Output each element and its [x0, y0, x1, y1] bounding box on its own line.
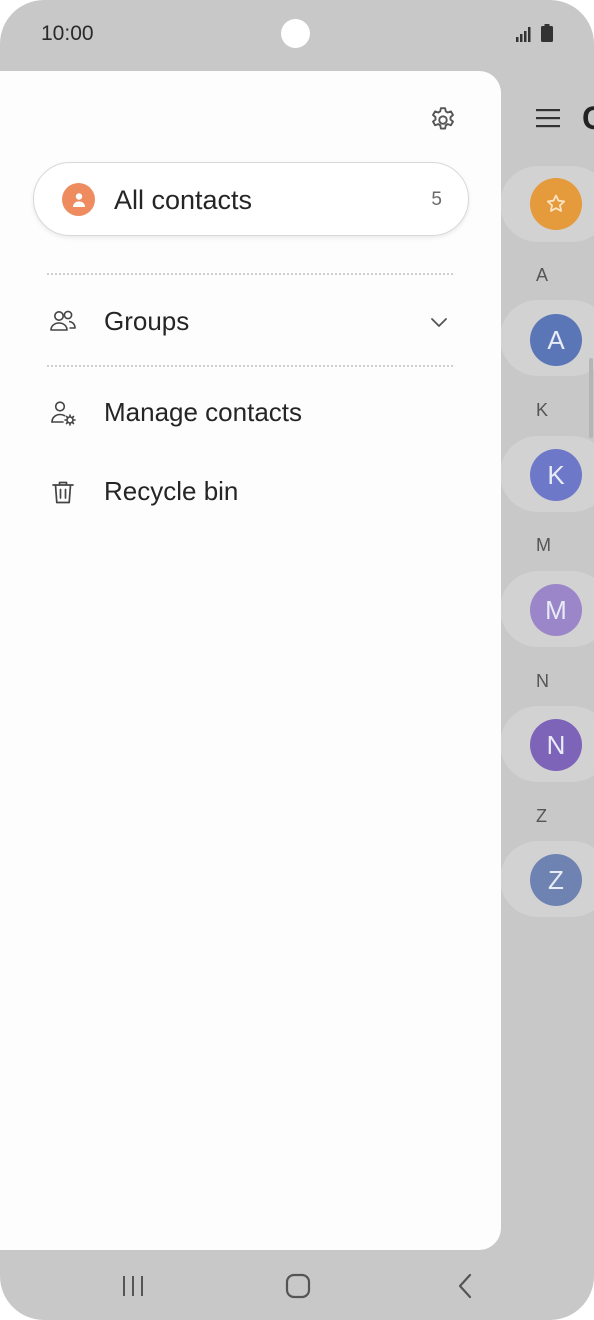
contact-avatar: N — [530, 719, 582, 771]
manage-contacts-icon — [51, 401, 76, 426]
page-title-partial: C — [582, 100, 594, 136]
manage-contacts-label: Manage contacts — [104, 397, 303, 427]
all-contacts-count: 5 — [431, 189, 442, 210]
front-camera — [281, 19, 310, 48]
section-letter: A — [536, 265, 549, 285]
divider — [47, 365, 453, 367]
favorites-star-icon — [530, 178, 582, 230]
battery-icon — [541, 24, 553, 42]
contact-avatar: A — [530, 314, 582, 366]
divider — [47, 273, 453, 275]
groups-icon — [50, 310, 76, 331]
all-contacts-label: All contacts — [114, 185, 253, 215]
contact-avatar: Z — [530, 854, 582, 906]
chevron-down-icon[interactable] — [428, 311, 450, 333]
recents-button[interactable] — [113, 1270, 153, 1302]
recents-icon — [123, 1276, 143, 1296]
section-letter: M — [536, 535, 551, 555]
contact-avatar: K — [530, 449, 582, 501]
section-letter: N — [536, 671, 549, 691]
section-letter: K — [536, 400, 549, 420]
navigation-drawer: All contacts 5 Groups Manage contacts Re… — [0, 71, 501, 1250]
navigation-bar — [0, 1250, 594, 1320]
status-time: 10:00 — [41, 22, 94, 45]
phone-screen: 10:00 C A A K K M M N N Z Z All contacts… — [0, 0, 594, 1320]
trash-icon — [52, 481, 74, 504]
status-bar: 10:00 — [0, 0, 594, 70]
groups-item[interactable]: Groups — [0, 287, 501, 357]
home-button[interactable] — [278, 1270, 318, 1302]
home-icon — [285, 1273, 311, 1299]
back-button[interactable] — [445, 1270, 485, 1302]
menu-icon[interactable] — [536, 108, 560, 128]
signal-icon — [516, 27, 531, 42]
contacts-list-background: C A A K K M M N N Z Z — [500, 70, 594, 1250]
person-icon — [62, 183, 95, 216]
recycle-bin-item[interactable]: Recycle bin — [0, 457, 501, 527]
settings-button[interactable] — [424, 101, 462, 139]
contact-avatar: M — [530, 584, 582, 636]
all-contacts-button[interactable]: All contacts 5 — [33, 162, 469, 236]
manage-contacts-item[interactable]: Manage contacts — [0, 378, 501, 448]
section-letter: Z — [536, 806, 547, 826]
scrollbar[interactable] — [589, 358, 593, 438]
recycle-bin-label: Recycle bin — [104, 476, 239, 506]
gear-icon — [432, 107, 454, 130]
groups-label: Groups — [104, 306, 190, 336]
back-icon — [458, 1273, 472, 1299]
